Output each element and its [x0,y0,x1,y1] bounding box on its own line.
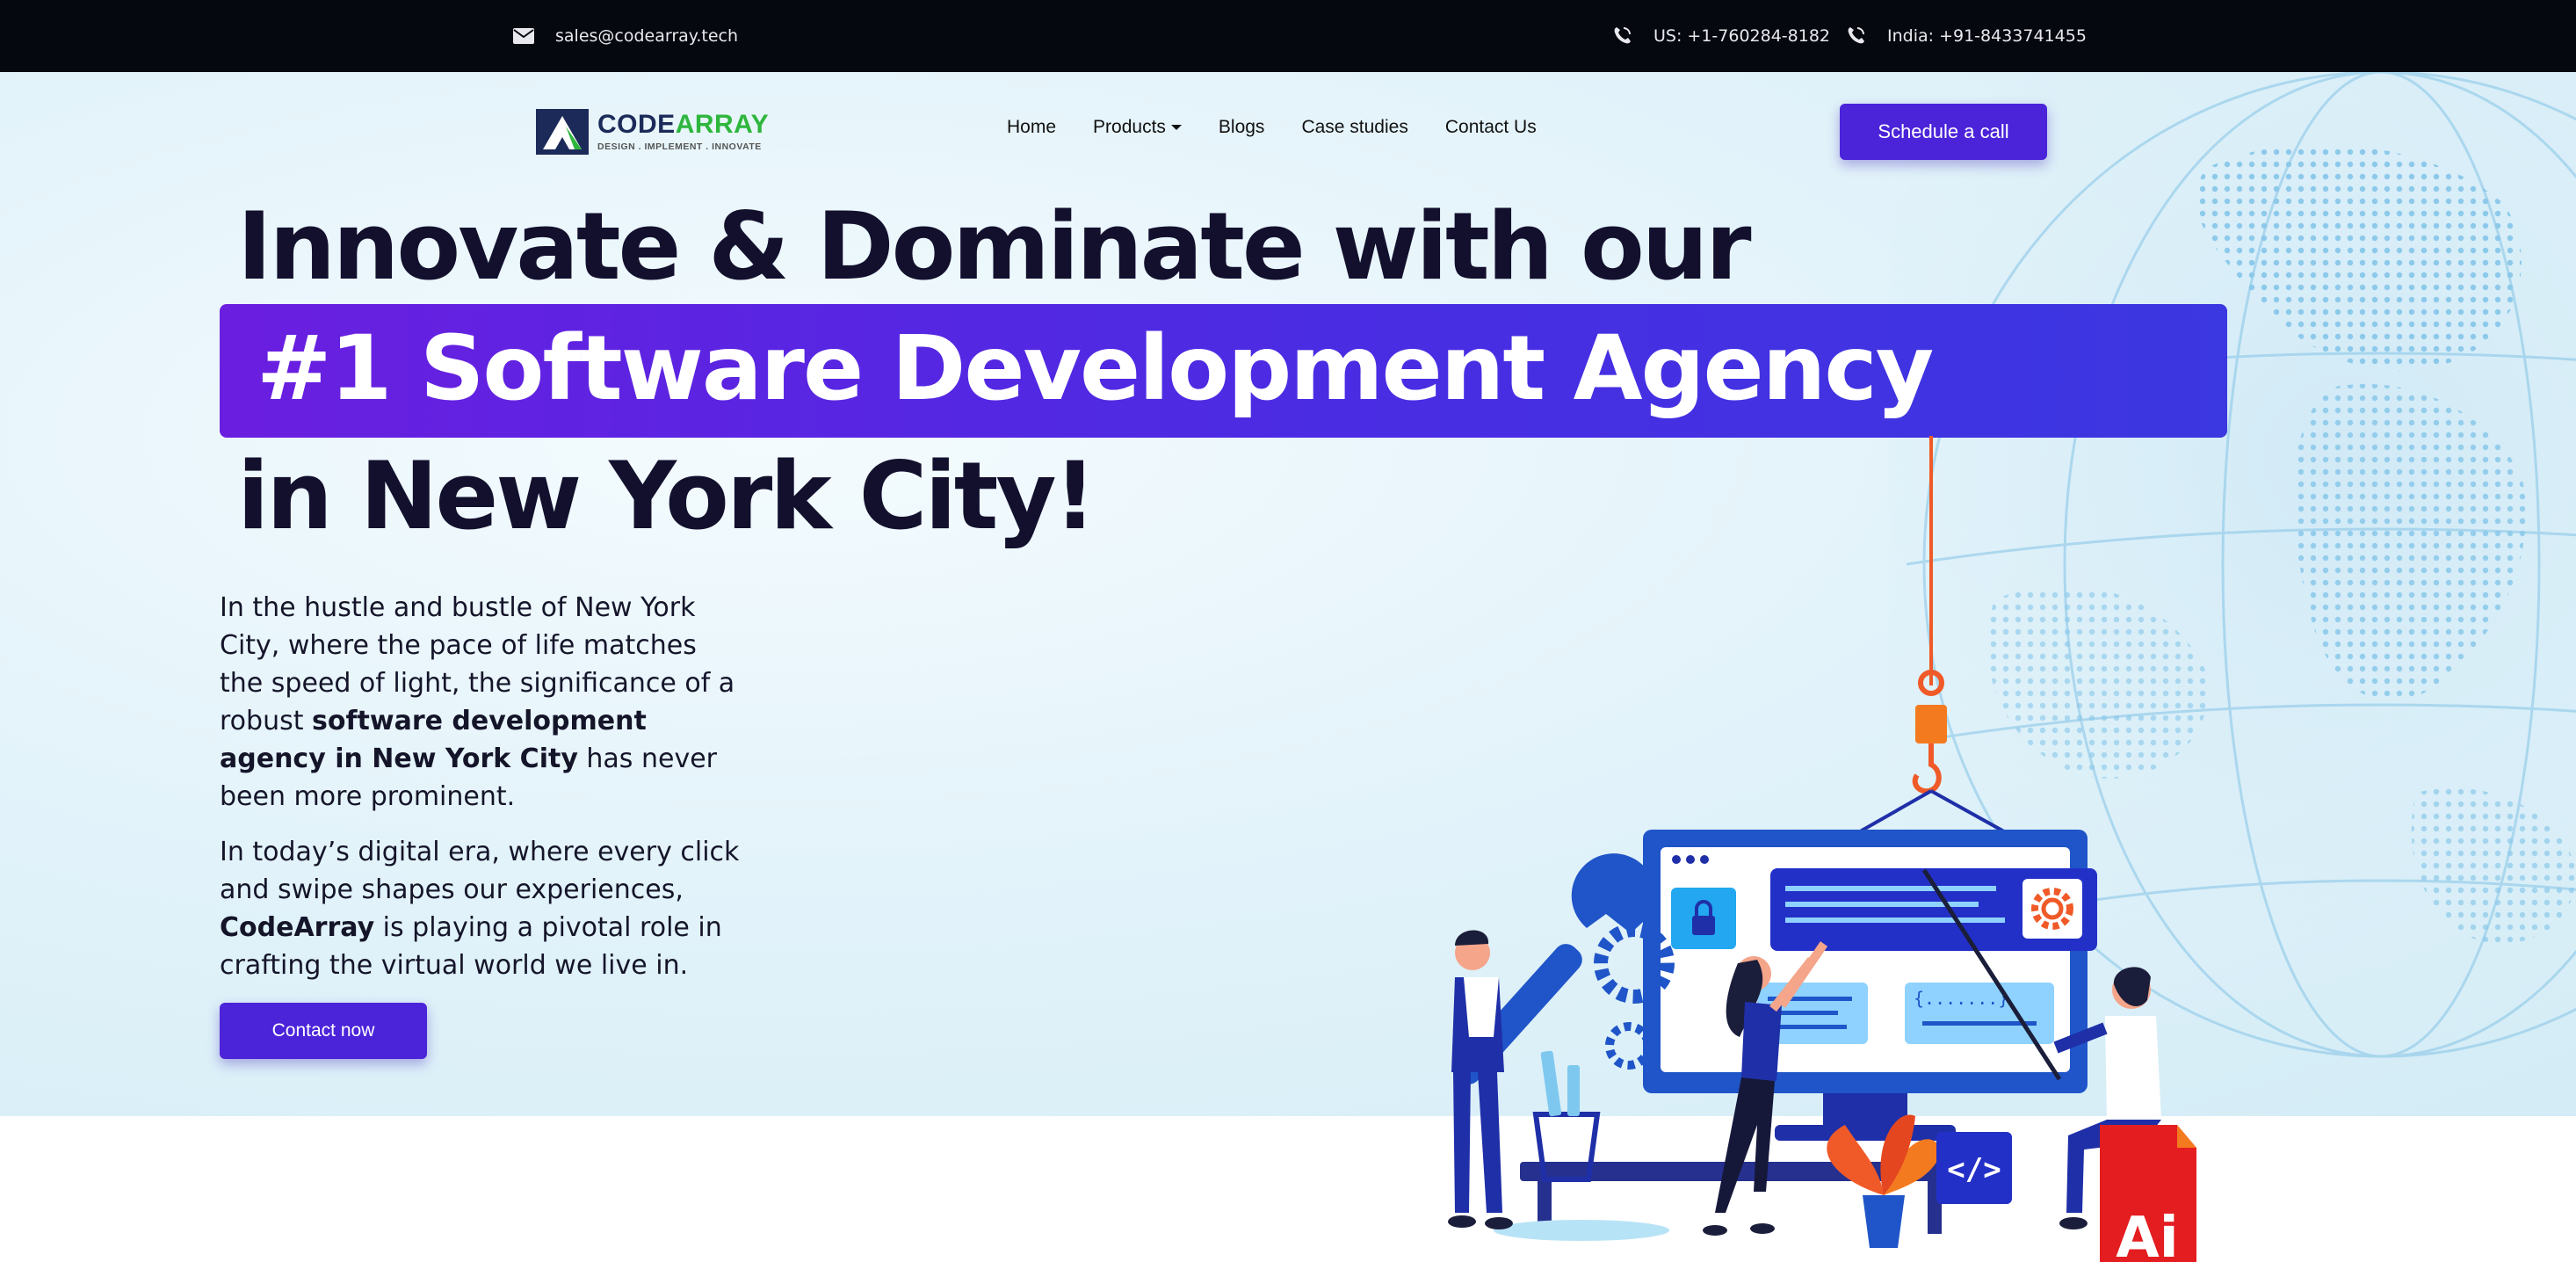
schedule-call-button[interactable]: Schedule a call [1840,104,2047,160]
india-phone-contact[interactable]: India: +91-8433741455 [1845,0,2087,72]
india-phone-text[interactable]: India: +91-8433741455 [1887,26,2087,46]
top-contact-bar: sales@codearray.tech US: +1-760284-8182 … [0,0,2576,72]
us-phone-text[interactable]: US: +1-760284-8182 [1653,26,1830,46]
logo-tagline: DESIGN . IMPLEMENT . INNOVATE [597,141,762,152]
nav-item-case-studies[interactable]: Case studies [1301,117,1407,138]
envelope-icon [513,28,534,44]
main-nav: Home Products Blogs Case studies Contact… [1007,117,1537,138]
nav-item-contact-us[interactable]: Contact Us [1445,117,1537,138]
phone-icon [1614,27,1631,44]
email-contact[interactable]: sales@codearray.tech [513,0,738,72]
code-tag-icon: </> [1947,1152,2001,1187]
hook-icon [1912,743,1942,794]
intro-paragraph-1: In the hustle and bustle of New York Cit… [220,589,747,816]
lock-icon [1692,916,1715,935]
headline-line-1: Innovate & Dominate with our [237,192,1752,301]
logo-text: CODEARRAY DESIGN . IMPLEMENT . INNOVATE [597,112,769,153]
nav-item-blogs[interactable]: Blogs [1219,117,1265,138]
monitor-stand [1823,1093,1907,1125]
logo-wordmark-code: CODE [597,110,676,139]
ai-badge-text: Ai [2116,1206,2178,1262]
gear-icon [1605,1022,1653,1070]
intro-paragraph-2: In today’s digital era, where every clic… [220,833,747,984]
brand-logo[interactable]: CODEARRAY DESIGN . IMPLEMENT . INNOVATE [536,109,769,155]
phone-icon [1848,27,1864,44]
chevron-down-icon [1170,125,1182,131]
headline-line-3: in New York City! [237,442,1096,550]
intro-paragraph-2-text-a: In today’s digital era, where every clic… [220,837,740,905]
braces-text: {.......} [1914,988,2008,1009]
developers-illustration: {.......} </> Ai [1448,436,2196,1262]
logo-wordmark-array: ARRAY [675,110,770,139]
contact-now-button[interactable]: Contact now [220,1003,427,1059]
plant-pot [1863,1195,1905,1248]
nav-item-home[interactable]: Home [1007,117,1056,138]
intro-paragraph-2-bold: CodeArray [220,912,375,943]
codearray-logo-icon [536,109,589,155]
nav-item-products-label: Products [1093,117,1166,137]
logo-wordmark: CODEARRAY [597,112,769,138]
headline-line-2: #1 Software Development Agency [257,316,1934,421]
email-text[interactable]: sales@codearray.tech [555,26,738,46]
hook-block [1915,705,1947,743]
nav-item-products[interactable]: Products [1093,117,1182,138]
us-phone-contact[interactable]: US: +1-760284-8182 [1611,0,1830,72]
